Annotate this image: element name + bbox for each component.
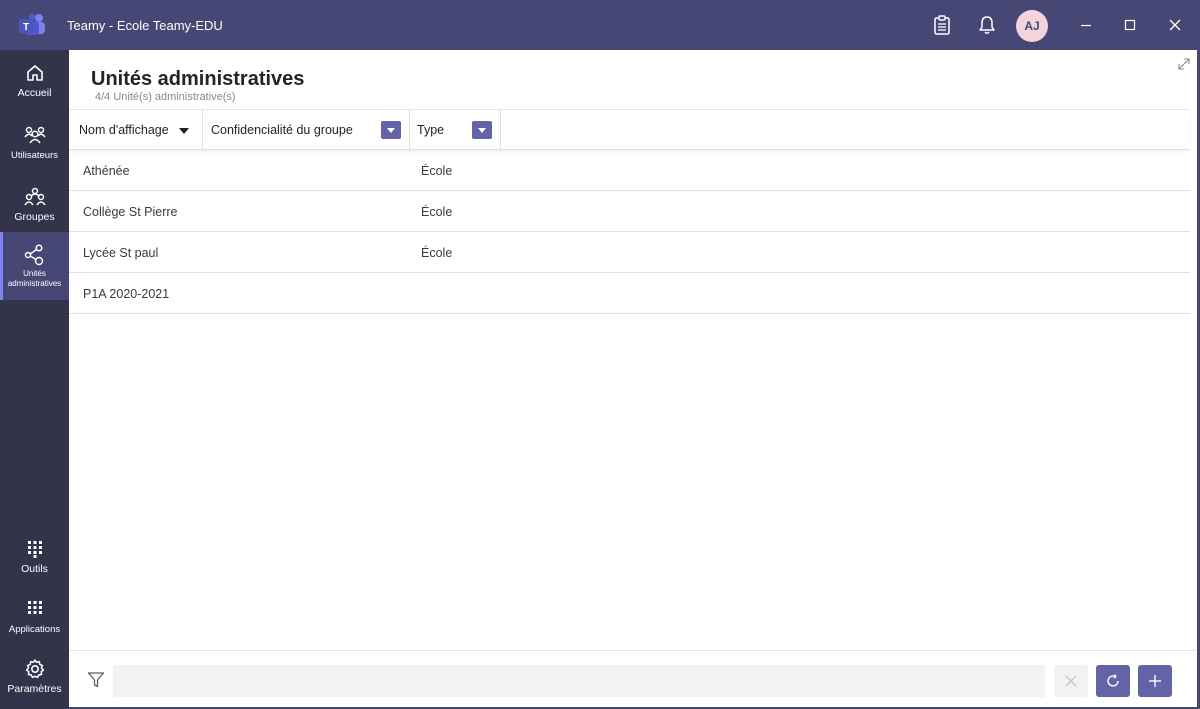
page-title: Unités administratives bbox=[91, 68, 305, 90]
minimize-icon[interactable] bbox=[1073, 12, 1099, 38]
refresh-icon bbox=[1107, 674, 1119, 687]
chevron-down-icon bbox=[478, 127, 486, 133]
home-icon bbox=[24, 62, 46, 84]
gear-icon bbox=[24, 658, 46, 680]
add-button[interactable] bbox=[1138, 665, 1172, 697]
title-bar: T Teamy - Ecole Teamy-EDU AJ bbox=[0, 0, 1200, 50]
groups-icon bbox=[23, 186, 46, 208]
rail-item-groupes[interactable]: Groupes bbox=[0, 174, 69, 236]
page-subtitle: 4/4 Unité(s) administrative(s) bbox=[95, 91, 236, 103]
chevron-down-icon bbox=[387, 127, 395, 133]
rail-item-parametres[interactable]: Paramètres bbox=[0, 646, 69, 708]
plus-icon bbox=[1149, 675, 1161, 687]
rail-item-utilisateurs[interactable]: Utilisateurs bbox=[0, 112, 69, 174]
refresh-button[interactable] bbox=[1096, 665, 1130, 697]
cell-name: Collège St Pierre bbox=[83, 205, 178, 219]
rail-item-label: Accueil bbox=[17, 87, 52, 99]
table-row[interactable]: Athénée École bbox=[69, 150, 1190, 191]
column-header-label: Nom d'affichage bbox=[79, 123, 169, 137]
rail-item-applications[interactable]: Applications bbox=[0, 586, 69, 648]
filter-icon bbox=[87, 672, 105, 688]
cell-type: École bbox=[421, 246, 453, 260]
rail-item-label: Paramètres bbox=[7, 683, 62, 695]
cell-type: École bbox=[421, 164, 453, 178]
column-header-label: Confidencialité du groupe bbox=[211, 123, 353, 137]
rail-item-label: Groupes bbox=[14, 211, 55, 223]
cell-name: P1A 2020-2021 bbox=[83, 287, 170, 301]
sort-desc-icon bbox=[179, 128, 189, 134]
column-header-label: Type bbox=[417, 123, 445, 137]
column-filter-button[interactable] bbox=[381, 121, 401, 139]
maximize-icon[interactable] bbox=[1117, 12, 1143, 38]
clipboard-icon[interactable] bbox=[930, 13, 954, 37]
expand-icon[interactable] bbox=[1177, 57, 1191, 71]
table-row[interactable]: Collège St Pierre École bbox=[69, 191, 1190, 232]
rail-item-outils[interactable]: Outils bbox=[0, 526, 69, 588]
rail-item-label: Unités administratives bbox=[7, 269, 62, 288]
column-header-nom[interactable]: Nom d'affichage bbox=[69, 110, 203, 150]
bell-icon[interactable] bbox=[975, 13, 999, 37]
rail-item-accueil[interactable]: Accueil bbox=[0, 50, 69, 112]
left-rail: Accueil Utilisateurs Groupes Unités admi… bbox=[0, 50, 69, 709]
table-row[interactable]: Lycée St paul École bbox=[69, 232, 1190, 273]
column-filter-button[interactable] bbox=[472, 121, 492, 139]
apps-grid-icon bbox=[24, 598, 46, 620]
table-header: Nom d'affichage Confidencialité du group… bbox=[69, 109, 1190, 150]
filter-input[interactable] bbox=[113, 665, 1045, 697]
rail-item-label: Outils bbox=[21, 563, 48, 575]
bottom-toolbar bbox=[69, 650, 1197, 707]
cell-name: Athénée bbox=[83, 164, 130, 178]
window-title: Teamy - Ecole Teamy-EDU bbox=[67, 18, 223, 33]
teams-logo-icon: T bbox=[19, 13, 45, 35]
table-row[interactable]: P1A 2020-2021 bbox=[69, 273, 1190, 314]
rail-item-unites-administratives[interactable]: Unités administratives bbox=[0, 232, 69, 300]
grid-icon bbox=[24, 538, 46, 560]
main-panel: Unités administratives 4/4 Unité(s) admi… bbox=[69, 50, 1197, 707]
rail-item-label: Applications bbox=[8, 624, 61, 635]
users-icon bbox=[23, 124, 46, 146]
cell-name: Lycée St paul bbox=[83, 246, 159, 260]
clear-filter-button[interactable] bbox=[1054, 665, 1088, 697]
column-header-type[interactable]: Type bbox=[410, 110, 501, 150]
close-icon[interactable] bbox=[1162, 12, 1188, 38]
user-avatar[interactable]: AJ bbox=[1016, 10, 1048, 42]
admin-units-icon bbox=[24, 244, 46, 266]
column-header-confidentialite[interactable]: Confidencialité du groupe bbox=[203, 110, 410, 150]
svg-text:T: T bbox=[23, 22, 29, 33]
cell-type: École bbox=[421, 205, 453, 219]
close-icon bbox=[1065, 675, 1077, 687]
rail-item-label: Utilisateurs bbox=[11, 150, 58, 161]
